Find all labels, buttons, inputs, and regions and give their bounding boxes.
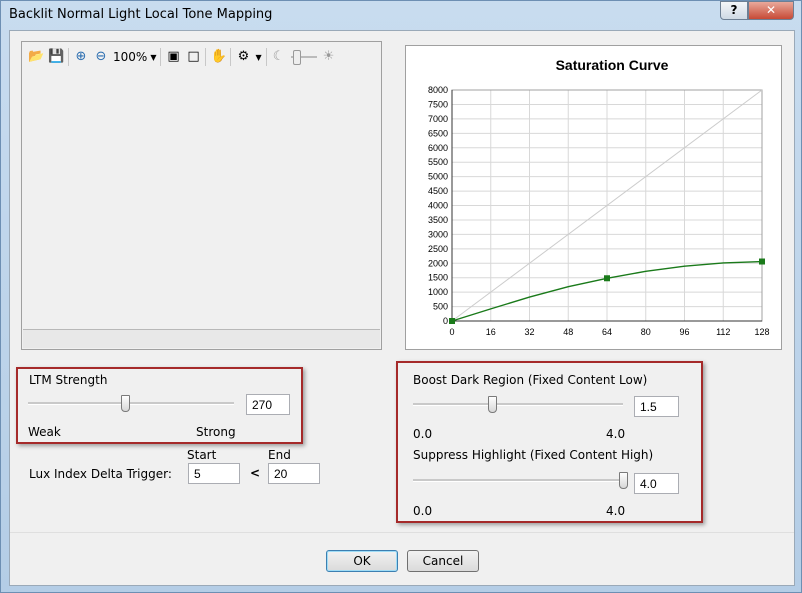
y-tick-label: 4500 (428, 186, 448, 196)
saturation-curve-panel: Saturation Curve 0 500 1000 1500 2000 2500 3000… (405, 45, 782, 350)
suppress-max-label: 4.0 (606, 504, 626, 518)
boost-min-label: 0.0 (413, 427, 433, 441)
y-tick-label: 500 (433, 302, 448, 312)
chart-title: Saturation Curve (556, 57, 669, 73)
suppress-highlight-track (413, 479, 623, 482)
toolbar-separator (160, 48, 162, 66)
y-tick-label: 5500 (428, 157, 448, 167)
y-tick-label: 7500 (428, 99, 448, 109)
chevron-down-icon: ▼ (150, 52, 157, 62)
image-preview-panel: 📂 💾 ⊕ ⊖ 100% ▼ ▣ □ ✋ ⚙ ▼ ☾ ☀ (21, 41, 382, 350)
ltm-strength-track (28, 402, 234, 405)
fit-icon[interactable]: ▣ (165, 49, 181, 65)
y-tick-label: 7000 (428, 114, 448, 124)
strong-label: Strong (196, 425, 236, 439)
x-tick-label: 0 (449, 327, 454, 337)
boost-dark-track (413, 403, 623, 406)
y-tick-label: 5000 (428, 172, 448, 182)
cancel-button[interactable]: Cancel (407, 550, 479, 572)
toolbar-separator (230, 48, 232, 66)
y-tick-label: 8000 (428, 85, 448, 95)
help-button[interactable]: ? (720, 1, 748, 20)
moon-icon: ☾ (272, 49, 285, 64)
suppress-highlight-input[interactable] (634, 473, 679, 494)
less-than-label: < (250, 466, 261, 480)
toolbar-separator (205, 48, 207, 66)
y-tick-label: 1500 (428, 273, 448, 283)
curve-control-point (604, 275, 610, 282)
x-tick-label: 32 (524, 327, 534, 337)
dialog-footer: OK Cancel (10, 532, 794, 585)
suppress-highlight-title: Suppress Highlight (Fixed Content High) (413, 448, 654, 462)
boost-dark-input[interactable] (634, 396, 679, 417)
boost-dark-title: Boost Dark Region (Fixed Content Low) (413, 373, 648, 387)
zoom-out-icon[interactable]: ⊖ (93, 49, 109, 65)
suppress-highlight-slider[interactable] (619, 472, 628, 489)
y-tick-label: 3000 (428, 229, 448, 239)
lux-start-input[interactable] (188, 463, 240, 484)
sun-icon: ☀ (322, 49, 335, 64)
end-label: End (268, 448, 291, 462)
y-tick-label: 6500 (428, 128, 448, 138)
window-title: Backlit Normal Light Local Tone Mapping (9, 7, 273, 22)
ltm-strength-input[interactable] (246, 394, 290, 415)
settings-icon[interactable]: ⚙ (235, 49, 251, 65)
x-tick-label: 128 (754, 327, 769, 337)
y-tick-label: 2500 (428, 244, 448, 254)
x-tick-label: 16 (486, 327, 496, 337)
ok-button[interactable]: OK (326, 550, 398, 572)
open-folder-icon[interactable]: 📂 (28, 49, 44, 65)
ltm-strength-slider[interactable] (120, 395, 130, 412)
save-icon[interactable]: 💾 (48, 49, 64, 65)
curve-control-point (759, 258, 765, 265)
weak-label: Weak (28, 425, 61, 439)
zoom-level-dropdown[interactable]: 100% ▼ (113, 50, 156, 64)
zoom-in-icon[interactable]: ⊕ (73, 49, 89, 65)
lux-index-label: Lux Index Delta Trigger: (29, 467, 172, 481)
dialog-window: Backlit Normal Light Local Tone Mapping … (0, 0, 802, 593)
zoom-level-value: 100% (113, 50, 148, 64)
y-tick-label: 2000 (428, 258, 448, 268)
toolbar-separator (68, 48, 69, 66)
start-label: Start (187, 448, 217, 462)
suppress-min-label: 0.0 (413, 504, 433, 518)
y-tick-label: 4000 (428, 201, 448, 211)
y-tick-label: 0 (443, 316, 448, 326)
dialog-client-area: 📂 💾 ⊕ ⊖ 100% ▼ ▣ □ ✋ ⚙ ▼ ☾ ☀ Saturation … (9, 30, 795, 586)
boost-dark-slider[interactable] (487, 396, 497, 413)
ltm-strength-title: LTM Strength (29, 373, 108, 387)
actual-size-icon[interactable]: □ (185, 49, 201, 65)
lux-end-input[interactable] (268, 463, 320, 484)
x-tick-label: 48 (563, 327, 573, 337)
image-status-bar (23, 329, 380, 348)
brightness-slider[interactable] (290, 49, 317, 65)
boost-max-label: 4.0 (606, 427, 626, 441)
y-tick-label: 3500 (428, 215, 448, 225)
image-toolbar: 📂 💾 ⊕ ⊖ 100% ▼ ▣ □ ✋ ⚙ ▼ ☾ ☀ (24, 44, 383, 70)
saturation-curve-chart: Saturation Curve 0 500 1000 1500 2000 2500 3000… (428, 57, 770, 337)
y-tick-label: 6000 (428, 143, 448, 153)
x-tick-label: 80 (641, 327, 651, 337)
y-tick-label: 1000 (428, 287, 448, 297)
x-tick-label: 112 (716, 327, 730, 337)
x-tick-label: 64 (602, 327, 612, 337)
close-button[interactable]: ✕ (748, 1, 794, 20)
chevron-down-icon[interactable]: ▼ (255, 53, 261, 62)
x-tick-label: 96 (679, 327, 689, 337)
hand-pan-icon[interactable]: ✋ (210, 49, 226, 65)
curve-control-point (449, 318, 455, 324)
toolbar-separator (265, 48, 267, 66)
